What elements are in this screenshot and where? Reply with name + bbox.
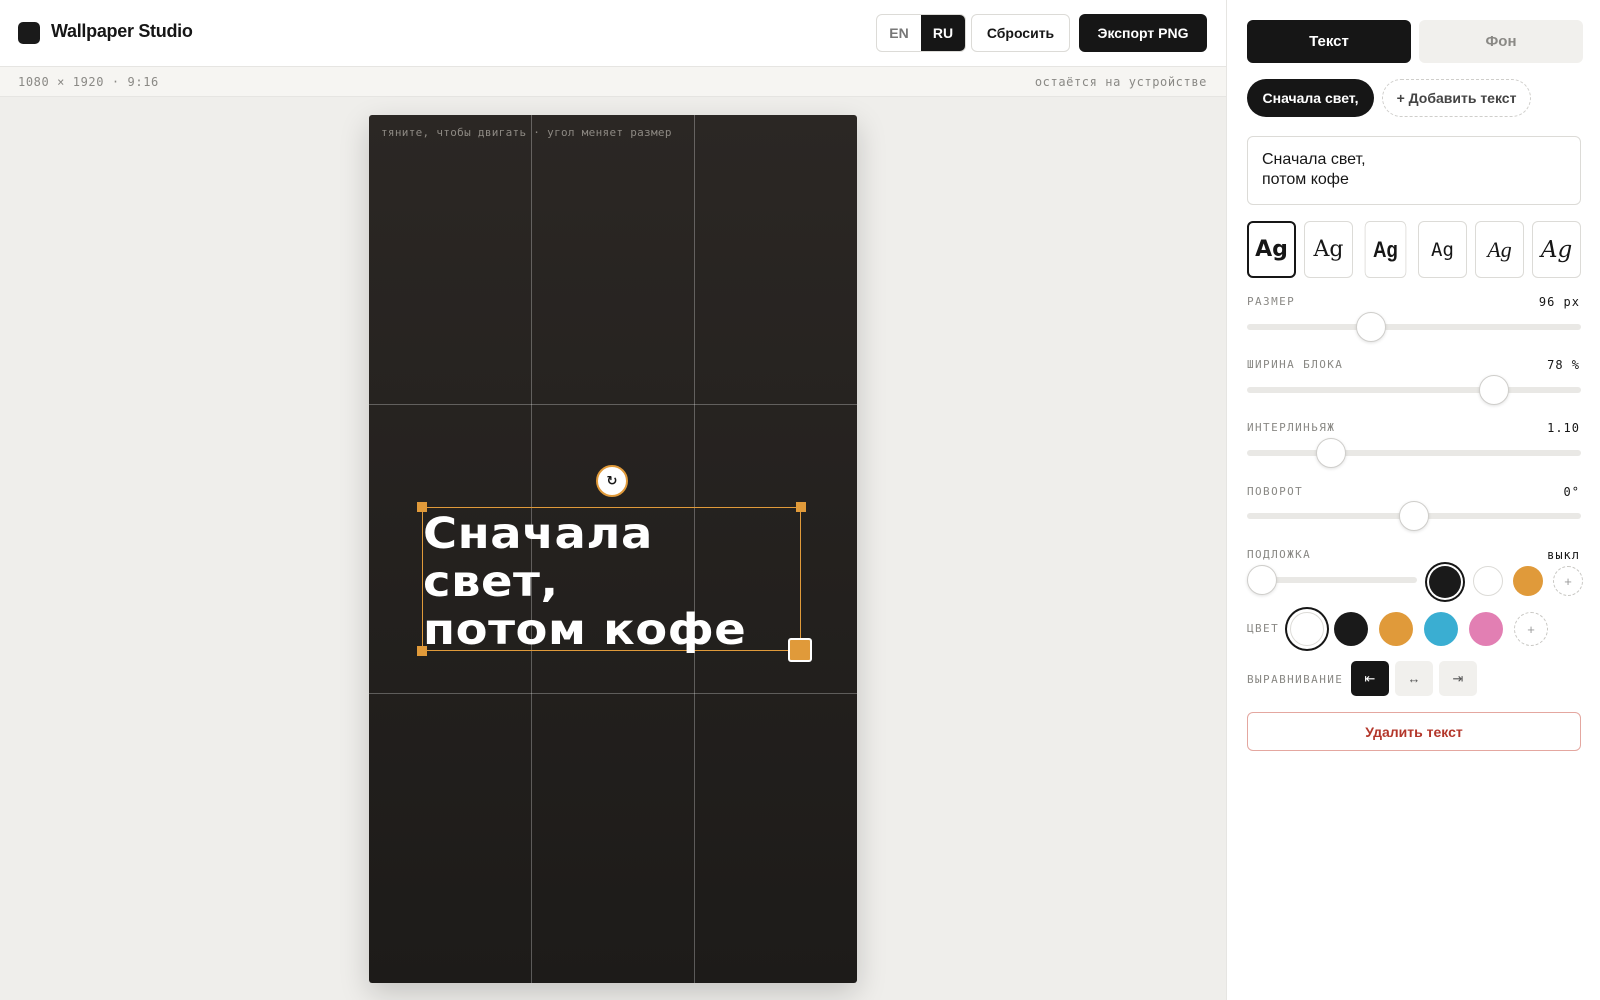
wallpaper-canvas[interactable]: тяните, чтобы двигать · угол меняет разм… (369, 115, 857, 983)
canvas-info-bar: 1080 × 1920 · 9:16 остаётся на устройств… (0, 67, 1226, 97)
add-text-button[interactable]: + Добавить текст (1382, 79, 1531, 117)
slider-knob[interactable] (1315, 438, 1346, 468)
text-layer[interactable]: Сначала свет, потом кофе (417, 502, 812, 662)
export-png-button[interactable]: Экспорт PNG (1079, 14, 1207, 52)
font-picker: Ag Ag Ag Ag Ag Ag (1247, 221, 1581, 278)
slider-knob[interactable] (1247, 565, 1277, 595)
rotation-value: 0° (1563, 485, 1580, 499)
size-label: РАЗМЕР (1247, 295, 1296, 308)
backing-swatch-black[interactable] (1429, 566, 1461, 598)
color-swatch-white[interactable] (1290, 612, 1324, 646)
corner-handle-top-left[interactable] (417, 502, 427, 512)
font-option-wide-bold[interactable]: Ag (1247, 221, 1296, 278)
text-layer-chip[interactable]: Сначала свет, (1247, 79, 1374, 117)
logo-icon (18, 22, 40, 44)
corner-handle-bottom-left[interactable] (417, 646, 427, 656)
backing-swatch-orange[interactable] (1513, 566, 1543, 596)
line-height-slider[interactable] (1247, 438, 1581, 468)
language-ru-button[interactable]: RU (921, 15, 965, 51)
text-layer-content: Сначала свет, потом кофе (423, 509, 747, 655)
align-right-button[interactable]: ⇥ (1439, 661, 1477, 696)
properties-panel: Текст Фон Сначала свет, + Добавить текст… (1226, 0, 1600, 1000)
color-swatch-blue[interactable] (1424, 612, 1458, 646)
line-height-value: 1.10 (1547, 421, 1580, 435)
backing-add-color-button[interactable]: + (1553, 566, 1583, 596)
language-en-button[interactable]: EN (877, 15, 921, 51)
font-option-serif[interactable]: Ag (1304, 221, 1353, 278)
rotate-handle[interactable]: ↻ (596, 465, 628, 497)
line-height-label: ИНТЕРЛИНЬЯЖ (1247, 421, 1336, 434)
backing-value: выкл (1547, 548, 1580, 562)
delete-text-button[interactable]: Удалить текст (1247, 712, 1581, 751)
color-swatch-pink[interactable] (1469, 612, 1503, 646)
language-switcher: EN RU (876, 14, 966, 52)
rotation-label: ПОВОРОТ (1247, 485, 1304, 498)
tab-background[interactable]: Фон (1419, 20, 1583, 63)
slider-knob[interactable] (1399, 501, 1429, 531)
corner-handle-top-right[interactable] (796, 502, 806, 512)
font-option-mono[interactable]: Ag (1418, 221, 1467, 278)
color-add-button[interactable]: + (1514, 612, 1548, 646)
slider-knob[interactable] (1355, 312, 1386, 342)
align-center-icon: ↔ (1407, 671, 1421, 686)
rotation-slider[interactable] (1247, 501, 1581, 531)
grid-line-horizontal (369, 693, 857, 694)
rotate-icon: ↻ (606, 473, 618, 488)
canvas-dimensions: 1080 × 1920 · 9:16 (18, 75, 159, 89)
resize-handle[interactable] (788, 638, 812, 662)
color-swatch-orange[interactable] (1379, 612, 1413, 646)
top-bar: Wallpaper Studio EN RU Сбросить Экспорт … (0, 0, 1226, 67)
color-swatch-black[interactable] (1334, 612, 1368, 646)
font-option-condensed[interactable]: Ag (1364, 221, 1407, 278)
privacy-note: остаётся на устройстве (1034, 75, 1207, 89)
alignment-label: ВЫРАВНИВАНИЕ (1247, 673, 1344, 686)
text-input[interactable] (1247, 136, 1581, 205)
reset-button[interactable]: Сбросить (971, 14, 1070, 52)
tab-text[interactable]: Текст (1247, 20, 1411, 63)
font-option-script[interactable]: Ag (1532, 221, 1581, 278)
font-option-italic[interactable]: Ag (1475, 221, 1524, 278)
align-center-button[interactable]: ↔ (1395, 661, 1433, 696)
size-value: 96 px (1538, 295, 1580, 309)
app-title: Wallpaper Studio (51, 21, 193, 41)
color-label: ЦВЕТ (1247, 622, 1280, 635)
block-width-label: ШИРИНА БЛОКА (1247, 358, 1344, 371)
grid-line-horizontal (369, 404, 857, 405)
block-width-value: 78 % (1547, 358, 1580, 372)
size-slider[interactable] (1247, 312, 1581, 342)
backing-label: ПОДЛОЖКА (1247, 548, 1312, 561)
align-left-icon: ⇤ (1364, 670, 1376, 686)
canvas-hint: тяните, чтобы двигать · угол меняет разм… (381, 126, 672, 139)
backing-opacity-slider[interactable] (1247, 565, 1417, 595)
align-left-button[interactable]: ⇤ (1351, 661, 1389, 696)
slider-knob[interactable] (1479, 375, 1510, 405)
align-right-icon: ⇥ (1452, 670, 1464, 686)
block-width-slider[interactable] (1247, 375, 1581, 405)
backing-swatch-white[interactable] (1473, 566, 1503, 596)
